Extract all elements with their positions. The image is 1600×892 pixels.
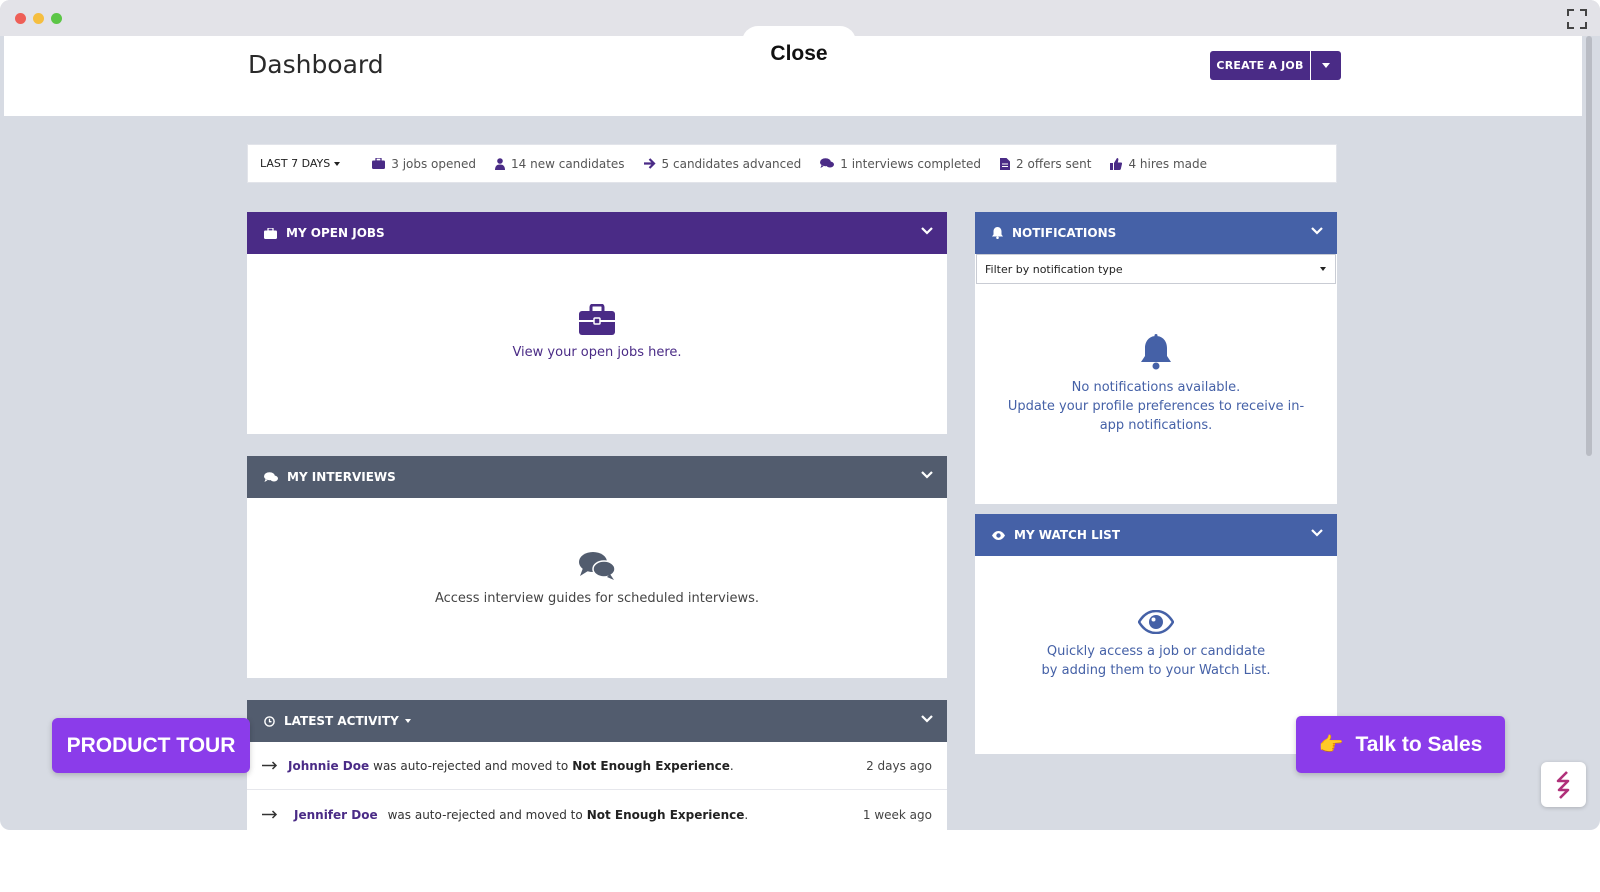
period: .	[744, 807, 749, 822]
activity-row: Johnnie Doe was auto-rejected and moved …	[247, 742, 947, 790]
interviews-header[interactable]: MY INTERVIEWS	[247, 456, 947, 498]
activity-action: was auto-rejected and moved to	[373, 758, 569, 773]
chevron-down-icon[interactable]	[921, 715, 933, 723]
notification-type-select[interactable]: Filter by notification type	[976, 254, 1336, 284]
open-jobs-header[interactable]: MY OPEN JOBS	[247, 212, 947, 254]
create-job-button[interactable]: CREATE A JOB	[1210, 51, 1310, 80]
stat-jobs-opened: 3 jobs opened	[372, 157, 476, 171]
support-widget-button[interactable]	[1541, 762, 1586, 807]
period: .	[729, 758, 734, 773]
comments-icon	[264, 471, 278, 482]
select-value: Filter by notification type	[985, 262, 1123, 276]
notifications-empty-line1: No notifications available.	[1071, 380, 1241, 395]
close-button[interactable]: Close	[742, 42, 856, 66]
page-title: Dashboard	[248, 50, 384, 79]
zoom-window-button[interactable]	[51, 13, 62, 24]
stats-bar: LAST 7 DAYS 3 jobs opened 14 new candida…	[247, 144, 1337, 183]
notifications-panel: NOTIFICATIONS Filter by notification typ…	[975, 212, 1337, 504]
minimize-window-button[interactable]	[33, 13, 44, 24]
create-job-dropdown-button[interactable]	[1311, 51, 1341, 80]
stat-new-candidates: 14 new candidates	[495, 157, 625, 171]
arrow-right-icon	[643, 158, 656, 169]
stat-text: 3 jobs opened	[391, 156, 477, 171]
panel-title: MY OPEN JOBS	[286, 226, 385, 240]
latest-activity-panel: LATEST ACTIVITY Johnnie Doe was auto-rej…	[247, 700, 947, 830]
chevron-down-icon[interactable]	[1311, 227, 1323, 235]
stat-text: 4 hires made	[1128, 156, 1207, 171]
eye-icon	[992, 530, 1005, 540]
notifications-header[interactable]: NOTIFICATIONS	[975, 212, 1337, 254]
thumbs-up-icon	[1110, 157, 1123, 170]
stat-interviews-completed: 1 interviews completed	[820, 157, 981, 171]
watch-list-header[interactable]: MY WATCH LIST	[975, 514, 1337, 556]
stat-text: 14 new candidates	[511, 156, 625, 171]
latest-activity-header[interactable]: LATEST ACTIVITY	[247, 700, 947, 742]
activity-stage: Not Enough Experience	[586, 807, 745, 822]
notifications-empty-line2[interactable]: Update your profile preferences to recei…	[1005, 397, 1307, 435]
briefcase-icon	[579, 304, 615, 335]
activity-stage: Not Enough Experience	[572, 758, 730, 773]
page-scrollbar[interactable]	[1586, 36, 1592, 456]
briefcase-icon	[264, 227, 277, 239]
talk-to-sales-button[interactable]: 👉 Talk to Sales	[1296, 716, 1505, 773]
caret-down-icon[interactable]	[404, 719, 411, 723]
product-tour-button[interactable]: PRODUCT TOUR	[52, 718, 250, 773]
pointing-hand-icon: 👉	[1318, 734, 1344, 756]
comments-icon	[820, 158, 835, 168]
stat-text: 2 offers sent	[1016, 156, 1092, 171]
bell-icon	[992, 227, 1003, 239]
eye-icon	[1138, 610, 1174, 634]
fullscreen-icon[interactable]	[1566, 8, 1588, 30]
caret-down-icon	[1320, 267, 1326, 271]
widget-logo-icon	[1556, 770, 1569, 799]
comments-icon	[579, 552, 615, 580]
panel-title: LATEST ACTIVITY	[284, 714, 399, 728]
briefcase-icon	[372, 158, 386, 169]
arrow-right-icon	[262, 761, 278, 770]
panel-title: MY INTERVIEWS	[287, 470, 396, 484]
activity-row: Jennifer Doe was auto-rejected and moved…	[247, 791, 947, 830]
open-jobs-empty-state: View your open jobs here.	[247, 304, 947, 362]
stat-text: 5 candidates advanced	[661, 156, 802, 171]
user-icon	[495, 157, 506, 170]
watch-list-empty-line2: by adding them to your Watch List.	[1041, 663, 1271, 678]
arrow-right-icon	[262, 810, 278, 819]
talk-to-sales-label: Talk to Sales	[1355, 732, 1483, 756]
panel-title: MY WATCH LIST	[1014, 528, 1121, 542]
caret-down-icon	[334, 161, 341, 166]
activity-action: was auto-rejected and moved to	[387, 807, 583, 822]
open-jobs-link[interactable]: View your open jobs here.	[512, 345, 681, 360]
close-window-button[interactable]	[15, 13, 26, 24]
watch-list-empty-state: Quickly access a job or candidate by add…	[975, 610, 1337, 680]
interviews-empty-state: Access interview guides for scheduled in…	[247, 551, 947, 608]
bell-icon	[1141, 334, 1171, 370]
open-jobs-panel: MY OPEN JOBS View your open jobs here.	[247, 212, 947, 434]
app-window: Dashboard CREATE A JOB LAST 7 DAYS 3 job…	[0, 0, 1600, 830]
interviews-empty-text: Access interview guides for scheduled in…	[434, 591, 760, 606]
watch-list-empty-line1: Quickly access a job or candidate	[1046, 644, 1266, 659]
watch-list-panel: MY WATCH LIST Quickly access a job or ca…	[975, 514, 1337, 754]
chevron-down-icon[interactable]	[921, 471, 933, 479]
chevron-down-icon[interactable]	[921, 227, 933, 235]
notifications-empty-state: No notifications available. Update your …	[975, 334, 1337, 435]
stat-candidates-advanced: 5 candidates advanced	[643, 156, 802, 171]
date-range-label: LAST 7 DAYS	[260, 157, 331, 170]
caret-down-icon	[1322, 63, 1330, 68]
interviews-panel: MY INTERVIEWS Access interview guides fo…	[247, 456, 947, 678]
stat-text: 1 interviews completed	[840, 156, 982, 171]
chevron-down-icon[interactable]	[1311, 529, 1323, 537]
clock-icon	[264, 715, 275, 727]
candidate-link[interactable]: Jennifer Doe	[294, 808, 378, 822]
activity-time: 1 week ago	[862, 807, 932, 822]
activity-time: 2 days ago	[866, 758, 932, 773]
candidate-link[interactable]: Johnnie Doe	[288, 759, 369, 773]
document-icon	[1000, 157, 1011, 170]
stat-offers-sent: 2 offers sent	[1000, 157, 1091, 171]
stat-hires-made: 4 hires made	[1110, 157, 1207, 171]
panel-title: NOTIFICATIONS	[1012, 226, 1117, 240]
date-range-dropdown[interactable]: LAST 7 DAYS	[260, 157, 341, 170]
